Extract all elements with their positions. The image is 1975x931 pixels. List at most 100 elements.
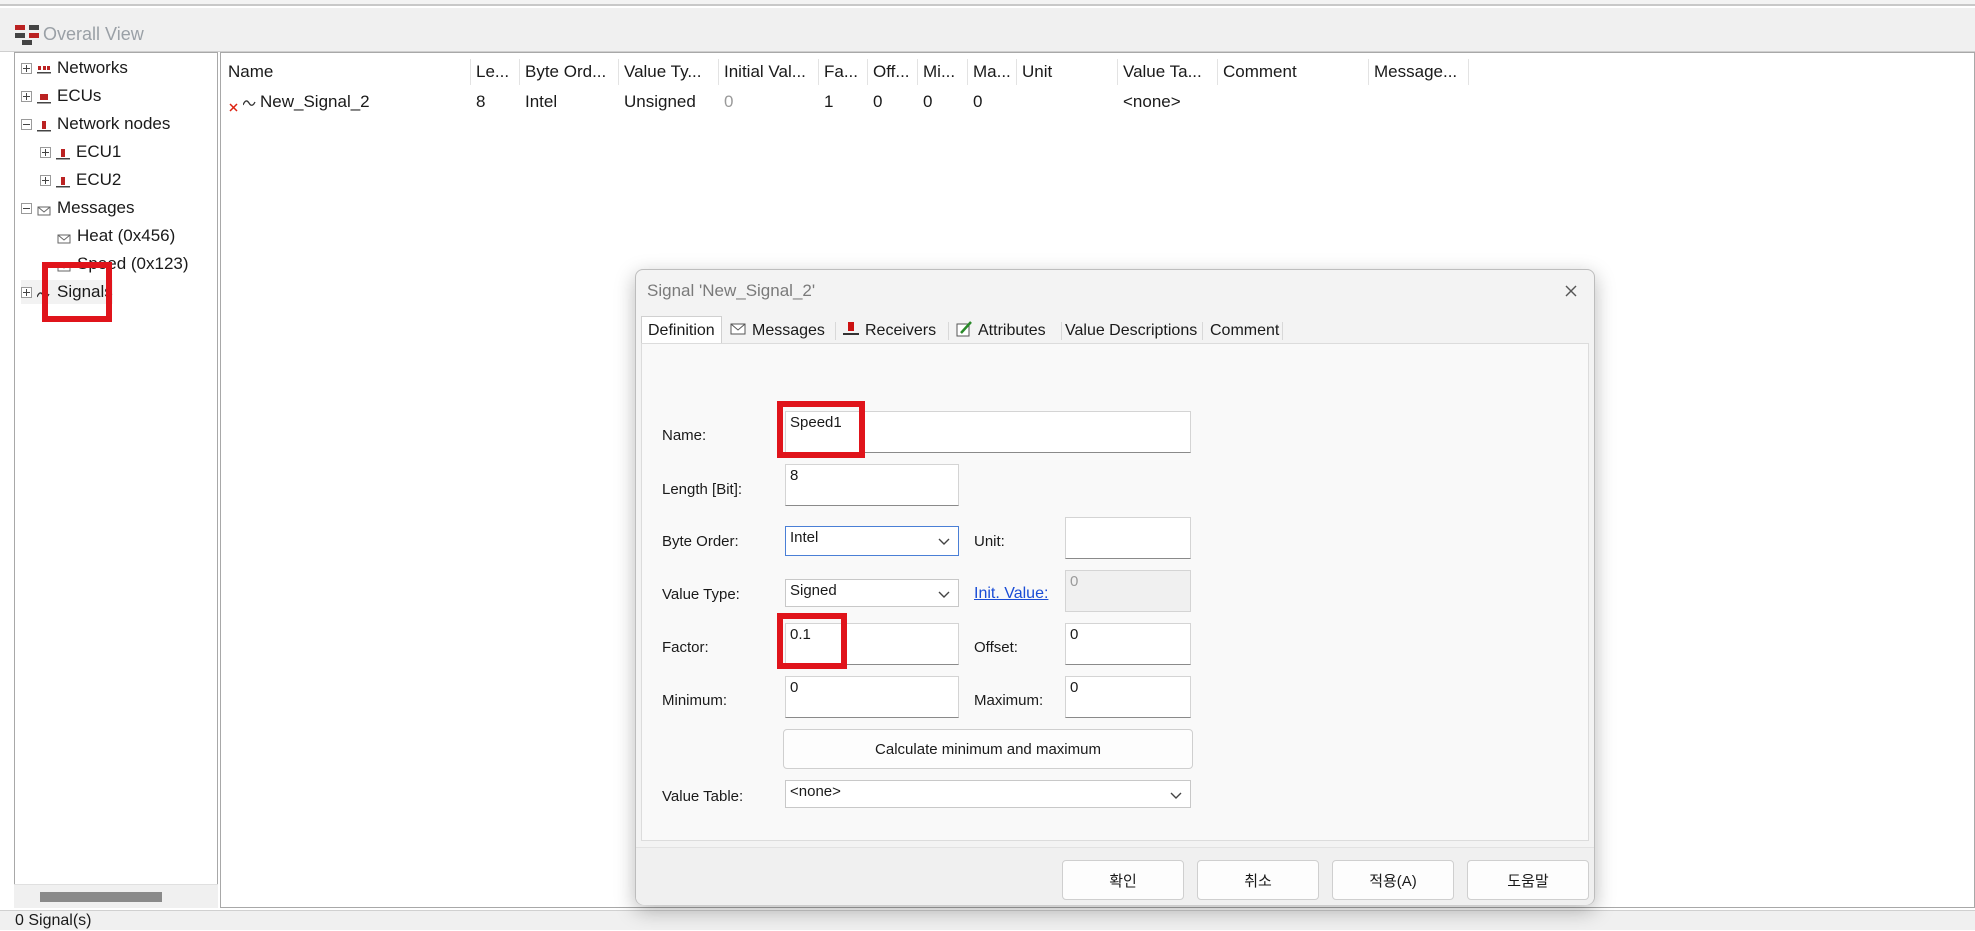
value-type-select[interactable]: Signed [785, 579, 959, 607]
value-table-select[interactable]: <none> [785, 780, 1191, 808]
offset-label: Offset: [974, 639, 1018, 656]
value-table-label: Value Table: [662, 788, 744, 805]
tree-item-networks[interactable]: Networks [21, 56, 128, 80]
maximum-field[interactable]: 0 [1065, 676, 1191, 718]
expand-icon[interactable] [21, 90, 32, 102]
tab-separator [835, 322, 836, 340]
offset-field[interactable]: 0 [1065, 623, 1191, 665]
envelope-icon [730, 322, 746, 340]
definition-page: Name: Speed1 Length [Bit]: 8 Byte Order:… [641, 343, 1589, 841]
scrollbar-thumb[interactable] [40, 892, 162, 902]
ok-button[interactable]: 확인 [1062, 860, 1184, 900]
column-header-byte-order[interactable]: Byte Ord... [520, 59, 619, 85]
highlight-box [777, 613, 847, 669]
tree-item-network-nodes[interactable]: Network nodes [21, 112, 170, 136]
column-header-value-type[interactable]: Value Ty... [619, 59, 719, 85]
chevron-down-icon [938, 586, 950, 603]
node-icon [56, 146, 70, 160]
tab-label: Value Descriptions [1065, 322, 1198, 339]
column-header-offset[interactable]: Off... [868, 59, 918, 85]
value-type-value: Signed [790, 582, 837, 599]
column-header-unit[interactable]: Unit [1017, 59, 1118, 85]
column-header-name[interactable]: Name [223, 59, 471, 85]
tree-item-label: Messages [57, 198, 135, 217]
name-label: Name: [662, 427, 707, 444]
envelope-icon [57, 230, 71, 244]
cell-minimum: 0 [923, 92, 933, 111]
tree-item-messages[interactable]: Messages [21, 196, 134, 220]
column-header-length[interactable]: Le... [471, 59, 520, 85]
ok-label: 확인 [1109, 872, 1137, 890]
cell-name: New_Signal_2 [260, 92, 370, 111]
cell-maximum: 0 [973, 92, 983, 111]
tab-comment[interactable]: Comment [1210, 319, 1279, 343]
help-button[interactable]: 도움말 [1467, 860, 1589, 900]
cell-length: 8 [476, 92, 486, 111]
cell-value-table: <none> [1123, 92, 1181, 111]
tab-attributes[interactable]: Attributes [956, 319, 1046, 343]
cell-unit [1017, 89, 1022, 115]
unit-field[interactable] [1065, 517, 1191, 559]
node-icon [843, 321, 859, 341]
tab-label: Comment [1210, 322, 1280, 339]
signal-dialog[interactable]: Signal 'New_Signal_2' Definition Message… [635, 269, 1595, 905]
tree-item-ecus[interactable]: ECUs [21, 84, 101, 108]
byte-order-label: Byte Order: [662, 533, 739, 550]
tab-receivers[interactable]: Receivers [843, 319, 936, 343]
column-header-initial-value[interactable]: Initial Val... [719, 59, 819, 85]
error-x-icon [229, 97, 238, 117]
dialog-title: Signal 'New_Signal_2' [647, 281, 816, 300]
overall-view-icon [15, 25, 39, 50]
length-field[interactable]: 8 [785, 464, 959, 506]
tab-separator [1282, 322, 1283, 340]
column-header-value-table[interactable]: Value Ta... [1118, 59, 1218, 85]
tree-item-ecu1[interactable]: ECU1 [40, 140, 121, 164]
chevron-down-icon [938, 533, 950, 550]
chevron-down-icon [1170, 787, 1182, 804]
maximum-label: Maximum: [974, 692, 1044, 709]
close-icon[interactable] [1558, 278, 1584, 304]
tab-messages[interactable]: Messages [730, 319, 825, 343]
collapse-icon[interactable] [21, 118, 32, 130]
ecu-icon [37, 90, 51, 104]
apply-button[interactable]: 적용(A) [1332, 860, 1454, 900]
value-table-value: <none> [790, 783, 841, 800]
collapse-icon[interactable] [21, 202, 32, 214]
dialog-footer: 확인 취소 적용(A) 도움말 [636, 847, 1594, 905]
expand-icon[interactable] [21, 62, 32, 74]
column-header-message[interactable]: Message... [1369, 59, 1469, 85]
expand-icon[interactable] [40, 146, 51, 158]
column-header-minimum[interactable]: Mi... [918, 59, 968, 85]
minimum-field[interactable]: 0 [785, 676, 959, 718]
envelope-icon [37, 202, 51, 216]
byte-order-select[interactable]: Intel [785, 526, 959, 556]
init-value-link[interactable]: Init. Value: [974, 585, 1048, 603]
column-header-factor[interactable]: Fa... [819, 59, 868, 85]
length-label: Length [Bit]: [662, 481, 743, 498]
tab-separator [948, 322, 949, 340]
tab-definition[interactable]: Definition [641, 316, 722, 344]
help-label: 도움말 [1507, 872, 1549, 890]
byte-order-value: Intel [790, 529, 819, 546]
tree-item-label: Heat (0x456) [77, 226, 176, 245]
tree-horizontal-scrollbar[interactable] [14, 884, 218, 908]
expand-icon[interactable] [21, 286, 32, 298]
column-header-comment[interactable]: Comment [1218, 59, 1369, 85]
column-header-maximum[interactable]: Ma... [968, 59, 1017, 85]
tree-item-ecu2[interactable]: ECU2 [40, 168, 121, 192]
overall-view-titlebar: Overall View [0, 8, 1975, 52]
cell-value-type: Unsigned [624, 92, 696, 111]
status-bar: 0 Signal(s) [0, 910, 1975, 930]
pencil-icon [956, 320, 972, 342]
tab-value-descriptions[interactable]: Value Descriptions [1065, 319, 1197, 343]
highlight-box [42, 262, 112, 322]
highlight-box [777, 401, 865, 458]
overall-view-tree[interactable]: Networks ECUs Network nodes ECU1 ECU2 Me [14, 52, 218, 908]
node-icon [56, 174, 70, 188]
cancel-button[interactable]: 취소 [1197, 860, 1319, 900]
tree-item-heat-message[interactable]: Heat (0x456) [57, 224, 175, 248]
expand-icon[interactable] [40, 174, 51, 186]
calculate-min-max-button[interactable]: Calculate minimum and maximum [783, 729, 1193, 769]
cell-message [1369, 89, 1374, 115]
unit-label: Unit: [974, 533, 1005, 550]
